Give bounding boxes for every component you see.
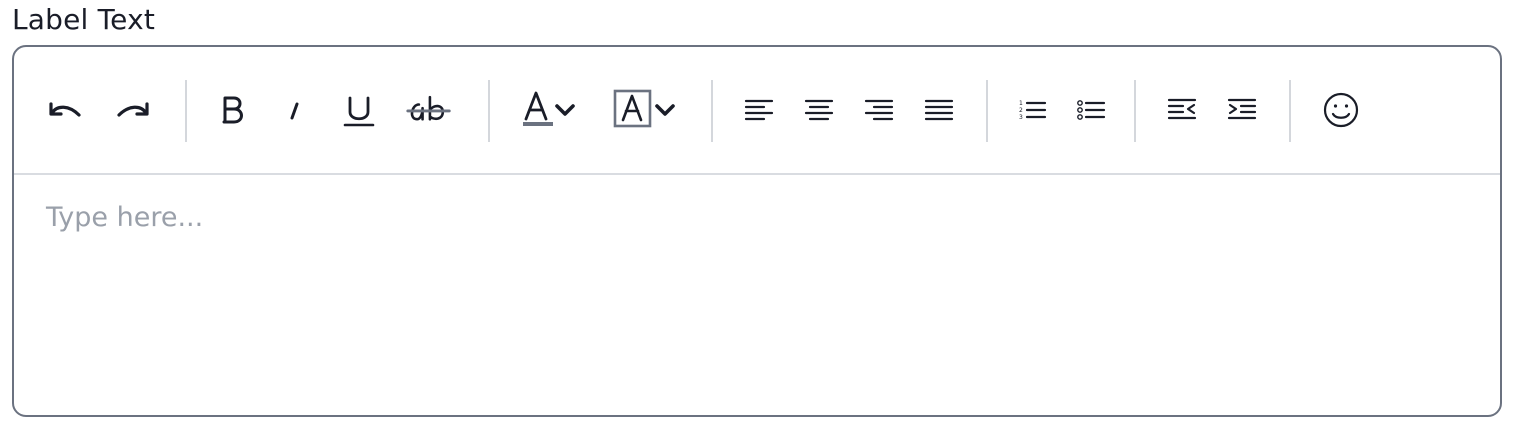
rich-text-editor: 1 2 3 Type here... [12, 45, 1502, 417]
align-left-icon [744, 99, 774, 121]
bold-button[interactable] [210, 85, 256, 135]
undo-icon [49, 102, 81, 117]
bold-icon [222, 96, 243, 124]
bullet-list-button[interactable] [1068, 85, 1114, 135]
italic-icon [290, 102, 299, 120]
highlight-color-dropdown[interactable] [610, 85, 680, 135]
outdent-button[interactable] [1159, 85, 1205, 135]
editor-toolbar: 1 2 3 [14, 47, 1500, 175]
svg-text:3: 3 [1019, 114, 1023, 121]
emoji-button[interactable] [1318, 85, 1364, 135]
redo-button[interactable] [110, 85, 156, 135]
toolbar-separator [1134, 80, 1136, 142]
indent-button[interactable] [1219, 85, 1265, 135]
align-justify-icon [924, 99, 954, 121]
indent-icon [1227, 98, 1257, 120]
toolbar-separator [986, 80, 988, 142]
bullet-list-icon [1077, 100, 1106, 120]
toolbar-separator [488, 80, 490, 142]
toolbar-separator [1289, 80, 1291, 142]
toolbar-separator [185, 80, 187, 142]
underline-icon [343, 96, 375, 127]
align-center-button[interactable] [796, 85, 842, 135]
text-color-icon [523, 91, 575, 126]
undo-button[interactable] [42, 85, 88, 135]
smiley-icon [1323, 92, 1359, 128]
redo-icon [117, 102, 149, 117]
underline-button[interactable] [336, 85, 382, 135]
ordered-list-button[interactable]: 1 2 3 [1010, 85, 1056, 135]
highlight-color-icon [613, 89, 675, 128]
strikethrough-icon [406, 95, 451, 121]
editor-placeholder: Type here... [46, 202, 204, 233]
align-right-button[interactable] [856, 85, 902, 135]
outdent-icon [1167, 98, 1197, 120]
align-center-icon [804, 99, 834, 121]
field-label: Label Text [12, 3, 156, 36]
toolbar-separator [711, 80, 713, 142]
editor-content-area[interactable]: Type here... [14, 175, 1500, 415]
text-color-dropdown[interactable] [518, 85, 582, 135]
align-right-icon [864, 99, 894, 121]
svg-text:2: 2 [1019, 107, 1023, 114]
svg-text:1: 1 [1019, 100, 1023, 107]
italic-button[interactable] [272, 85, 318, 135]
strikethrough-button[interactable] [406, 85, 452, 135]
ordered-list-icon: 1 2 3 [1019, 100, 1047, 121]
align-left-button[interactable] [736, 85, 782, 135]
align-justify-button[interactable] [916, 85, 962, 135]
